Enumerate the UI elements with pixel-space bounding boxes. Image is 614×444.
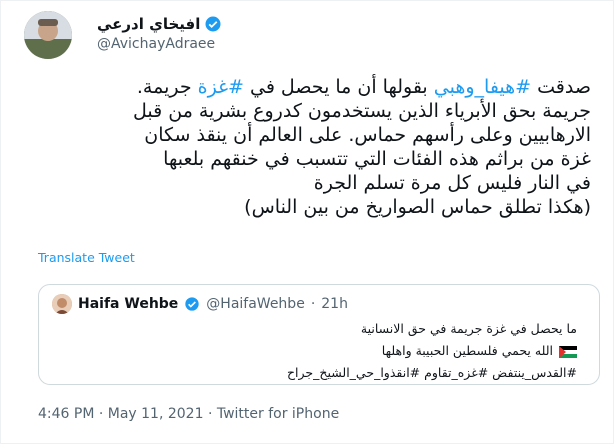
separator-dot: · — [310, 296, 316, 312]
tweet-text: صدقت #هيفا_وهبي بقولها أن ما يحصل في #غز… — [31, 75, 591, 219]
tweet-line-4: غزة من براثم هذه الفئات التي تتسبب في خن… — [163, 148, 591, 170]
quoted-tweet[interactable]: Haifa Wehbe @HaifaWehbe · 21h ما يحصل في… — [38, 284, 600, 385]
text-segment: جريمة. — [136, 76, 198, 98]
translate-tweet-link[interactable]: Translate Tweet — [38, 250, 135, 265]
tweet-line-2: جريمة بحق الأبرياء الذين يستخدمون كدروع … — [133, 100, 591, 122]
tweet-line-3: الارهابيين وعلى رأسهم حماس. على العالم أ… — [144, 124, 591, 146]
hashtag-haifa-wehbe[interactable]: #هيفا_وهبي — [434, 76, 531, 98]
verified-badge-icon — [205, 16, 221, 32]
author-info: افيخاي ادرعي @AvichayAdraee — [97, 15, 222, 52]
quoted-tweet-time[interactable]: 21h — [321, 296, 348, 312]
text-segment: بقولها أن ما يحصل في — [243, 76, 434, 98]
hashtag-gaza[interactable]: #غزة — [198, 76, 244, 98]
tweet-timestamp-source[interactable]: 4:46 PM · May 11, 2021 · Twitter for iPh… — [38, 406, 339, 422]
quoted-line-3: #القدس_ينتفض #غزه_تقاوم #انقذوا_حي_الشيخ… — [286, 365, 577, 380]
tweet-line-1: صدقت #هيفا_وهبي بقولها أن ما يحصل في #غز… — [31, 75, 591, 99]
quoted-tweet-header: Haifa Wehbe @HaifaWehbe · 21h — [52, 294, 348, 314]
quoted-tweet-text: ما يحصل في غزة جريمة في حق الانسانية الل… — [57, 318, 577, 384]
author-name[interactable]: افيخاي ادرعي — [97, 15, 200, 33]
tweet-card: افيخاي ادرعي @AvichayAdraee صدقت #هيفا_و… — [0, 0, 614, 444]
quoted-author-handle[interactable]: @HaifaWehbe — [206, 296, 305, 312]
author-avatar[interactable] — [24, 11, 72, 59]
quoted-line-2: الله يحمي فلسطين الحبيبة واهلها — [57, 340, 577, 362]
quoted-author-avatar[interactable] — [52, 294, 72, 314]
tweet-line-6: (هكذا تطلق حماس الصواريخ من بين الناس) — [244, 196, 591, 218]
author-handle[interactable]: @AvichayAdraee — [97, 36, 222, 52]
quoted-author-name[interactable]: Haifa Wehbe — [78, 296, 178, 312]
text-segment: صدقت — [531, 76, 591, 98]
palestine-flag-icon — [559, 345, 577, 358]
verified-badge-icon — [185, 297, 199, 311]
tweet-line-5: في النار فليس كل مرة تسلم الجرة — [313, 172, 591, 194]
quoted-line-1: ما يحصل في غزة جريمة في حق الانسانية — [360, 321, 577, 336]
quoted-line-2-text: الله يحمي فلسطين الحبيبة واهلها — [381, 343, 553, 358]
